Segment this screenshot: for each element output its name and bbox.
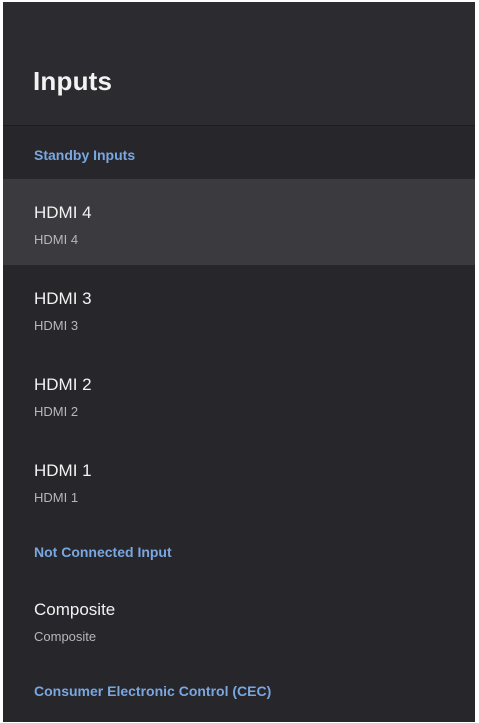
item-title: Composite	[34, 600, 116, 619]
list-item-hdmi-2[interactable]: HDMI 2 HDMI 2	[3, 351, 475, 437]
list-item-hdmi-4[interactable]: HDMI 4 HDMI 4	[3, 179, 475, 265]
item-title: HDMI 2	[34, 375, 92, 394]
section-label: Standby Inputs	[34, 147, 136, 163]
item-subtitle: HDMI 3	[34, 318, 79, 333]
inputs-list: Standby Inputs HDMI 4 HDMI 4 HDMI 3 HDMI…	[3, 126, 475, 722]
item-subtitle: HDMI 2	[34, 404, 79, 419]
section-header-standby-inputs: Standby Inputs	[3, 126, 475, 179]
inputs-panel: Inputs Standby Inputs HDMI 4 HDMI 4 HDMI…	[3, 2, 475, 722]
section-label: Not Connected Input	[34, 544, 172, 560]
item-title: HDMI 1	[34, 461, 92, 480]
item-subtitle: HDMI 4	[34, 232, 79, 247]
list-item-composite[interactable]: Composite Composite	[3, 576, 475, 662]
section-label: Consumer Electronic Control (CEC)	[34, 683, 272, 699]
item-title: HDMI 4	[34, 203, 92, 222]
item-title: HDMI 3	[34, 289, 92, 308]
section-header-not-connected-input: Not Connected Input	[3, 523, 475, 576]
list-item-hdmi-1[interactable]: HDMI 1 HDMI 1	[3, 437, 475, 523]
item-subtitle: HDMI 1	[34, 490, 79, 505]
page-title: Inputs	[33, 66, 113, 96]
list-item-hdmi-3[interactable]: HDMI 3 HDMI 3	[3, 265, 475, 351]
section-header-cec: Consumer Electronic Control (CEC)	[3, 662, 475, 722]
panel-header: Inputs	[3, 2, 475, 126]
item-subtitle: Composite	[34, 629, 97, 644]
